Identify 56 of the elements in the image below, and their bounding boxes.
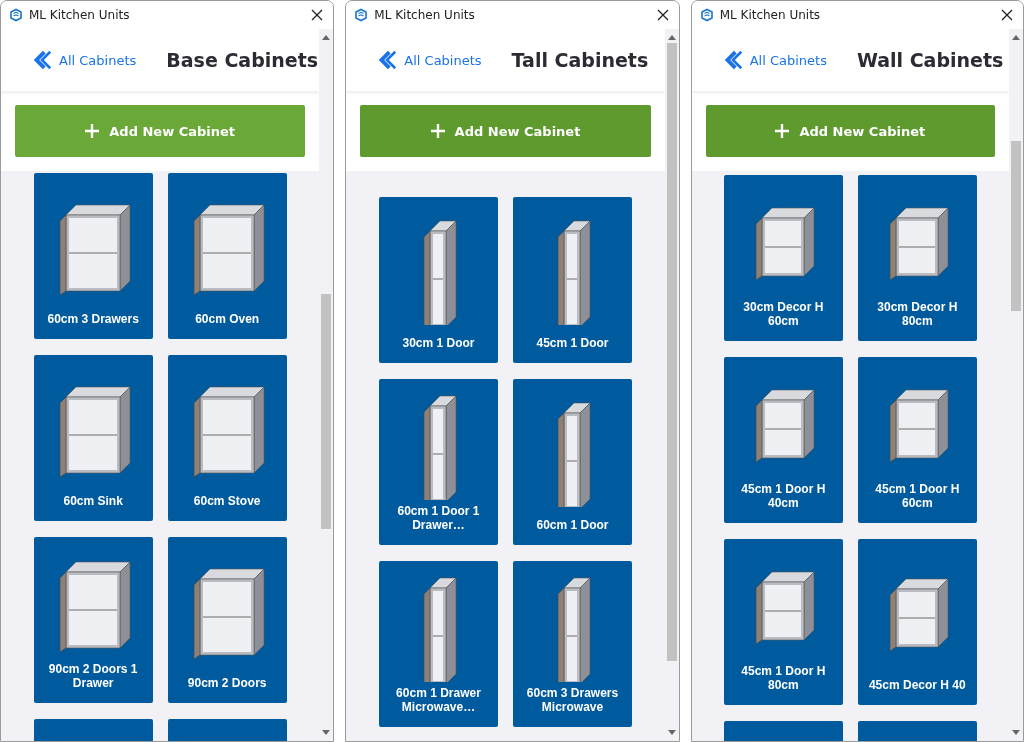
- page-heading: Tall Cabinets: [511, 49, 649, 71]
- cabinet-tile[interactable]: 60cm Stove: [167, 355, 287, 521]
- cabinet-tile[interactable]: 45cm 1 Door: [513, 197, 632, 363]
- cabinet-tile[interactable]: 60cm Sink: [33, 355, 153, 521]
- plus-icon: [430, 124, 445, 138]
- cabinet-tile[interactable]: 60cm 1 Door 1 Drawer…: [379, 379, 498, 545]
- cabinet-label: 60cm Stove: [192, 494, 262, 510]
- window-title: ML Kitchen Units: [719, 8, 822, 22]
- cabinet-tile[interactable]: 45cm Decor H 40: [857, 539, 977, 705]
- back-link[interactable]: All Cabinets: [31, 49, 137, 71]
- cabinet-label: 60cm 1 Door 1 Drawer…: [396, 504, 481, 534]
- app-logo-icon: [354, 8, 369, 22]
- cabinet-label: 60cm 1 Door: [535, 518, 610, 534]
- cabinet-label: 45cm 1 Door: [535, 336, 610, 352]
- cabinet-label: 45cm 1 Door H 80cm: [740, 664, 827, 694]
- plus-icon: [775, 124, 790, 138]
- close-icon[interactable]: [1001, 9, 1013, 21]
- cabinet-tile[interactable]: 90cm 2 Doors 1 Drawer: [33, 537, 153, 703]
- app-logo-icon: [9, 8, 23, 22]
- cabinet-label: 30cm Decor H 80cm: [876, 300, 959, 330]
- double-chevron-icon: [31, 49, 53, 71]
- back-link[interactable]: All Cabinets: [721, 49, 827, 71]
- double-chevron-icon: [376, 49, 399, 71]
- cabinet-tile[interactable]: 90cm 2 Doors: [167, 537, 287, 703]
- cabinet-label: 30cm 1 Door: [401, 336, 476, 352]
- cabinet-tile[interactable]: 45cm 1 Door H 40cm: [723, 357, 843, 523]
- close-icon[interactable]: [656, 9, 669, 21]
- cabinet-label: 45cm 1 Door H 60cm: [874, 482, 961, 512]
- cabinet-label: 60cm 3 Drawers: [46, 312, 140, 328]
- app-logo-icon: [699, 8, 714, 22]
- cabinet-tile[interactable]: 60cm 1 Drawer Microwave…: [379, 561, 498, 727]
- back-link[interactable]: All Cabinets: [376, 49, 482, 71]
- page-heading: Base Cabinets: [166, 49, 319, 71]
- page-heading: Wall Cabinets: [856, 49, 1004, 71]
- cabinet-label: 60cm Sink: [62, 494, 124, 510]
- cabinet-tile[interactable]: 45cm 1 Door H 60cm: [857, 357, 977, 523]
- cabinet-label: 45cm Decor H 40: [867, 678, 967, 694]
- cabinet-label: 60cm 3 Drawers Microwave: [525, 686, 620, 716]
- cabinet-tile[interactable]: 45cm 1 Door H 80cm: [723, 539, 843, 705]
- window-title: ML Kitchen Units: [374, 8, 476, 22]
- cabinet-label: 90cm 2 Doors: [186, 676, 268, 692]
- close-icon[interactable]: [311, 9, 324, 21]
- cabinet-label: 60cm 1 Drawer Microwave…: [395, 686, 482, 716]
- cabinet-tile[interactable]: 30cm Decor H 60cm: [723, 175, 843, 341]
- cabinet-label: 45cm 1 Door H 40cm: [740, 482, 827, 512]
- window-title: ML Kitchen Units: [29, 8, 131, 22]
- cabinet-label: 30cm Decor H 60cm: [742, 300, 825, 330]
- cabinet-tile[interactable]: 30cm Decor H 80cm: [857, 175, 977, 341]
- cabinet-label: 90cm 2 Doors 1 Drawer: [47, 662, 139, 692]
- cabinet-tile[interactable]: 60cm 1 Door: [513, 379, 632, 545]
- cabinet-tile[interactable]: 60cm 3 Drawers: [33, 173, 153, 339]
- cabinet-tile[interactable]: 30cm 1 Door: [379, 197, 498, 363]
- plus-icon: [85, 124, 100, 138]
- cabinet-label: 60cm Oven: [194, 312, 261, 328]
- cabinet-tile[interactable]: 60cm 3 Drawers Microwave: [513, 561, 632, 727]
- cabinet-tile[interactable]: 60cm Oven: [167, 173, 287, 339]
